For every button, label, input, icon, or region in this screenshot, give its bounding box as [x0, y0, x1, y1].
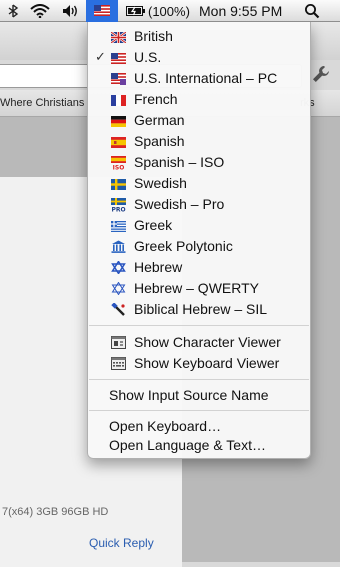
greek-polytonic-icon — [111, 240, 126, 253]
menu-item-label: French — [134, 91, 178, 107]
menu-item-greek[interactable]: Greek — [88, 215, 310, 236]
menu-item-hebrew[interactable]: Hebrew — [88, 257, 310, 278]
menu-separator — [89, 410, 309, 411]
wifi-icon[interactable] — [30, 0, 50, 22]
spain-flag-icon — [111, 135, 126, 148]
bluetooth-icon[interactable] — [6, 0, 20, 22]
wrench-icon[interactable] — [312, 65, 330, 88]
bookmark-where-christians[interactable]: Where Christians — [0, 97, 84, 109]
clock[interactable]: Mon 9:55 PM — [199, 0, 282, 22]
menu-item-hebrew-qwerty[interactable]: Hebrew – QWERTY — [88, 278, 310, 299]
post-signature: 7(x64) 3GB 96GB HD — [2, 506, 109, 518]
menu-item-label: Spanish – ISO — [134, 154, 225, 170]
menu-item-us-international-pc[interactable]: U.S. International – PC — [88, 68, 310, 89]
menu-item-label: U.S. — [134, 49, 162, 65]
menu-item-swedish[interactable]: Swedish — [88, 173, 310, 194]
menu-item-label: Spanish — [134, 133, 185, 149]
menu-item-british[interactable]: British — [88, 26, 310, 47]
input-source-menu: British ✓ U.S. U.S. International – PC F… — [87, 22, 311, 459]
menu-item-label: Show Input Source Name — [109, 387, 269, 403]
menu-item-german[interactable]: German — [88, 110, 310, 131]
menu-item-label: Greek Polytonic — [134, 238, 233, 254]
france-flag-icon — [111, 93, 126, 106]
menu-item-spanish-iso[interactable]: ISO Spanish – ISO — [88, 152, 310, 173]
menu-item-label: Open Keyboard… — [109, 418, 222, 434]
input-source-menu-button[interactable] — [86, 0, 118, 22]
uk-flag-icon — [110, 30, 127, 44]
menu-bar: (100%) Mon 9:55 PM — [0, 0, 340, 22]
menu-item-spanish[interactable]: Spanish — [88, 131, 310, 152]
battery-icon[interactable] — [126, 0, 146, 22]
menu-item-label: Show Character Viewer — [134, 334, 281, 350]
menu-item-label: U.S. International – PC — [134, 70, 278, 86]
menu-item-show-keyboard-viewer[interactable]: Show Keyboard Viewer — [88, 353, 310, 374]
menu-item-label: German — [134, 112, 185, 128]
menu-item-biblical-hebrew-sil[interactable]: Biblical Hebrew – SIL — [88, 299, 310, 320]
sweden-flag-icon — [111, 177, 126, 190]
svg-text:PRO: PRO — [111, 207, 125, 213]
menu-item-label: Greek — [134, 217, 173, 233]
spain-iso-flag-icon: ISO — [111, 156, 126, 172]
menu-item-french[interactable]: French — [88, 89, 310, 110]
svg-text:ISO: ISO — [113, 165, 125, 171]
checkmark-icon: ✓ — [95, 49, 106, 64]
menu-item-show-input-source-name[interactable]: Show Input Source Name — [88, 385, 310, 406]
spotlight-search-icon[interactable] — [304, 0, 320, 22]
menu-item-us[interactable]: ✓ U.S. — [88, 47, 310, 68]
menu-item-open-language-text[interactable]: Open Language & Text… — [88, 435, 310, 456]
menu-item-label: Hebrew — [134, 259, 183, 275]
star-of-david-outline-icon — [111, 281, 126, 296]
menu-item-label: Open Language & Text… — [109, 437, 266, 453]
menu-item-swedish-pro[interactable]: PRO Swedish – Pro — [88, 194, 310, 215]
us-international-flag-icon — [111, 72, 126, 85]
volume-icon[interactable] — [62, 0, 80, 22]
germany-flag-icon — [111, 114, 126, 127]
menu-separator — [89, 379, 309, 380]
menu-separator — [89, 325, 309, 326]
menu-item-greek-polytonic[interactable]: Greek Polytonic — [88, 236, 310, 257]
keyboard-viewer-icon — [111, 357, 126, 370]
star-of-david-icon — [111, 260, 126, 275]
character-viewer-icon — [111, 336, 126, 349]
greece-flag-icon — [111, 219, 126, 232]
quick-reply-link[interactable]: Quick Reply — [89, 536, 154, 550]
us-flag-icon — [94, 3, 110, 19]
menu-item-open-keyboard[interactable]: Open Keyboard… — [88, 416, 310, 437]
menu-item-label: Biblical Hebrew – SIL — [134, 301, 268, 317]
us-flag-icon — [111, 51, 126, 64]
menu-item-label: Show Keyboard Viewer — [134, 355, 280, 371]
battery-percentage[interactable]: (100%) — [148, 0, 190, 22]
menu-item-label: British — [134, 28, 173, 44]
menu-item-label: Swedish – Pro — [134, 196, 225, 212]
menu-item-label: Hebrew – QWERTY — [134, 280, 259, 296]
sweden-pro-flag-icon: PRO — [111, 198, 126, 214]
biblical-hebrew-icon — [111, 302, 126, 316]
menu-item-label: Swedish — [134, 175, 187, 191]
menu-item-show-character-viewer[interactable]: Show Character Viewer — [88, 332, 310, 353]
